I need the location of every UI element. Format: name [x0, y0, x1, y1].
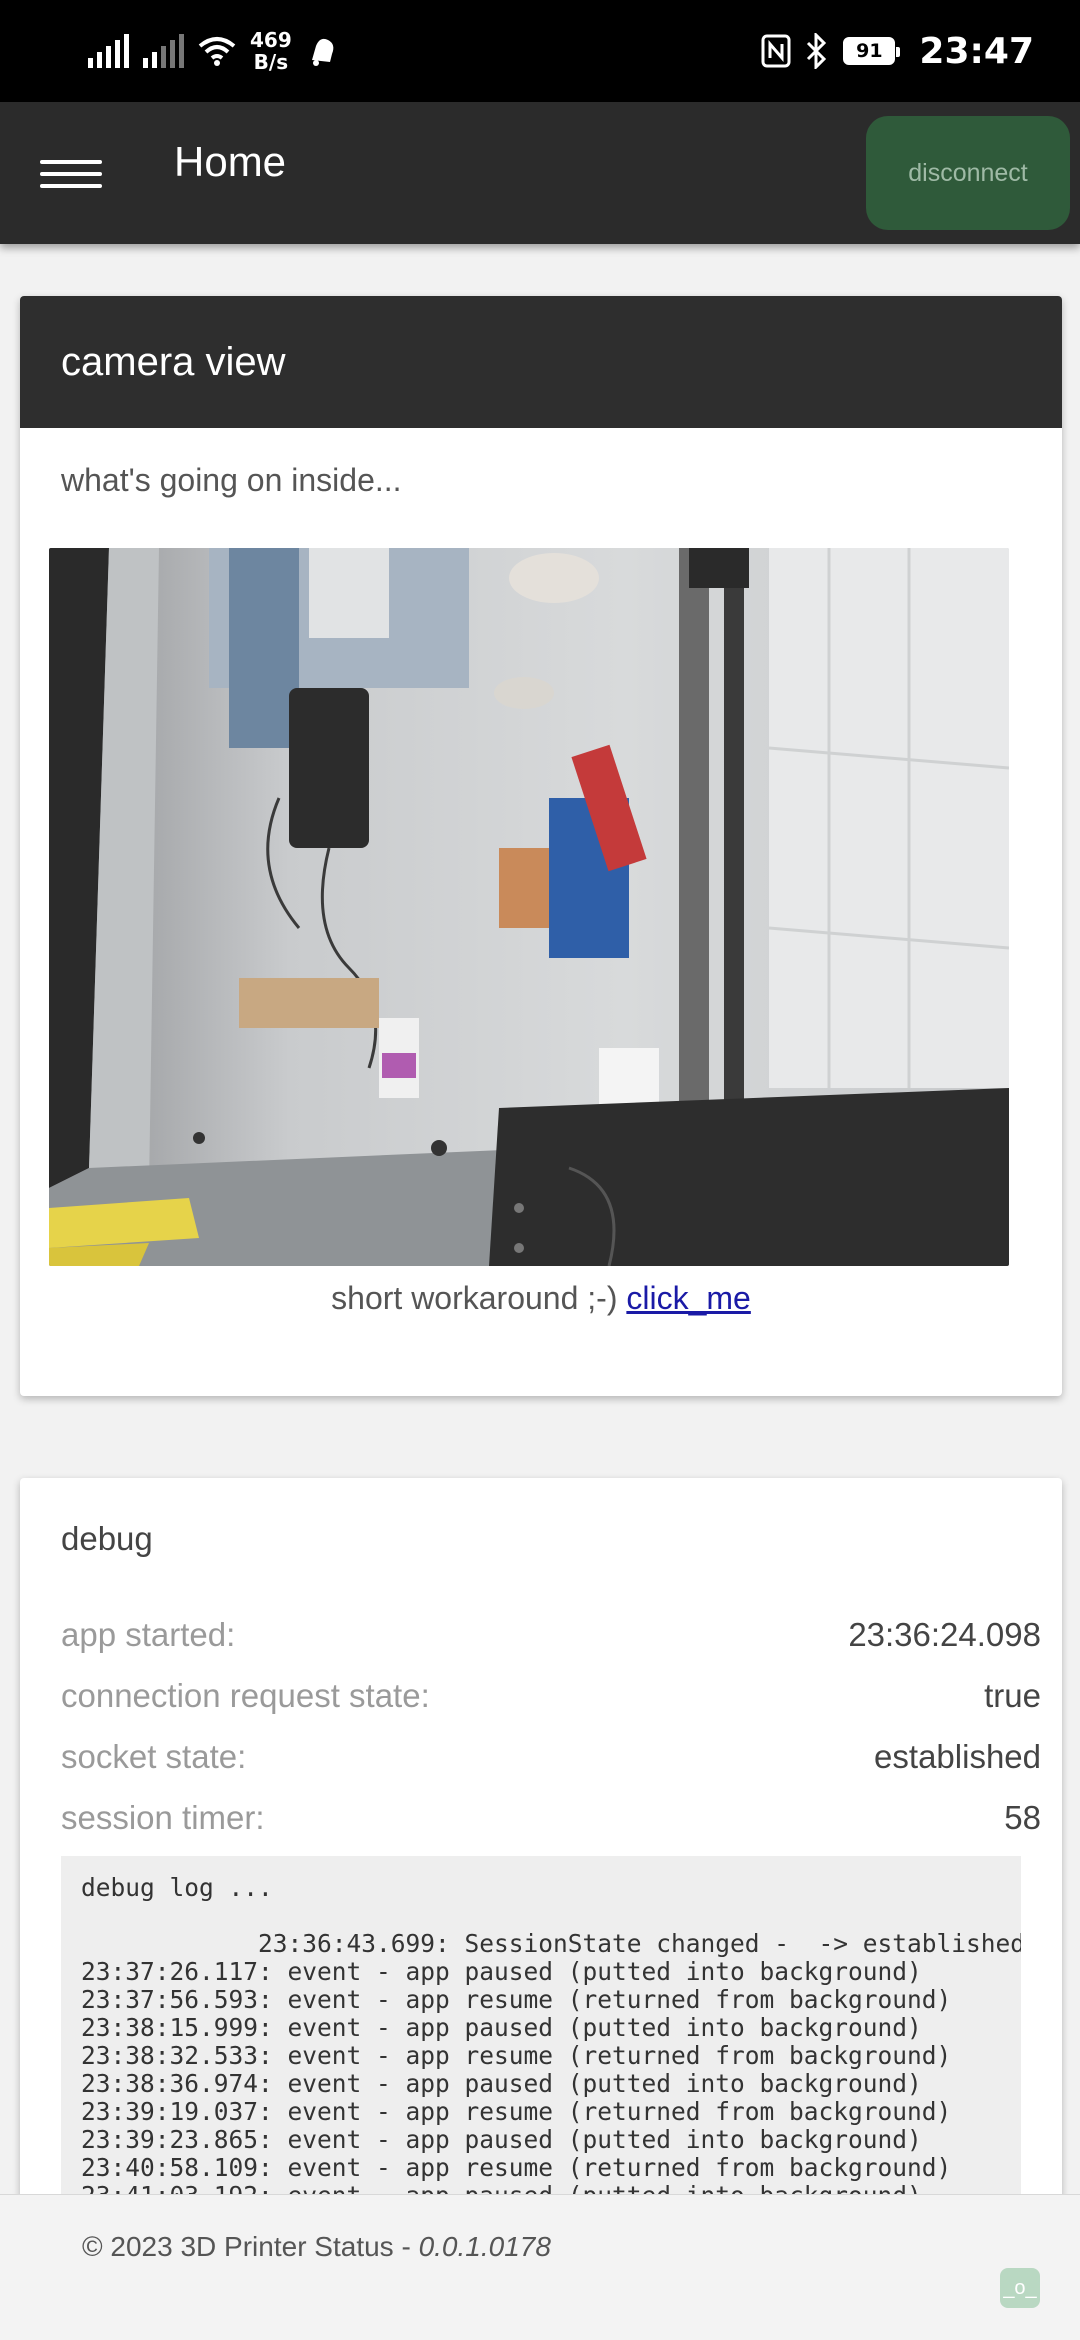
camera-card-title: camera view [61, 339, 286, 384]
hamburger-menu-icon[interactable] [40, 154, 102, 194]
camera-card-header: camera view [20, 296, 1062, 428]
corner-button[interactable]: _o_ [1000, 2268, 1040, 2308]
footer-version: 0.0.1.0178 [418, 2231, 551, 2262]
cell-signal-1-icon [88, 34, 129, 68]
debug-row-label: socket state: [61, 1738, 247, 1775]
page-title: Home [174, 138, 287, 185]
net-speed: 469 B/s [250, 29, 292, 73]
camera-card: camera view what's going on inside... sh… [20, 296, 1062, 1396]
debug-row-value: 23:36:24.098 [848, 1616, 1041, 1653]
footer: © 2023 3D Printer Status - 0.0.1.0178 [0, 2194, 1080, 2340]
click-me-link[interactable]: click_me [626, 1280, 750, 1316]
debug-row-app-started: app started: 23:36:24.098 [61, 1616, 1041, 1654]
status-time: 23:47 [919, 30, 1034, 72]
debug-row-value: 58 [1004, 1799, 1041, 1836]
debug-card-title: debug [61, 1520, 153, 1557]
debug-row-value: true [984, 1677, 1041, 1714]
debug-row-label: app started: [61, 1616, 236, 1653]
status-right: 91 23:47 [761, 0, 1034, 102]
status-left: 469 B/s [88, 0, 340, 102]
debug-row-label: connection request state: [61, 1677, 430, 1714]
battery-icon: 91 [843, 37, 901, 65]
debug-row-label: session timer: [61, 1799, 265, 1836]
footer-copyright: © 2023 3D Printer Status - [82, 2231, 419, 2262]
camera-card-subtitle: what's going on inside... [61, 462, 402, 498]
status-bar: 469 B/s 91 23:47 [0, 0, 1080, 102]
workaround-line: short workaround ;-) click_me [20, 1280, 1062, 1317]
debug-row-connection-request: connection request state: true [61, 1677, 1041, 1715]
notification-bell-icon [311, 38, 334, 66]
debug-row-value: established [874, 1738, 1041, 1775]
cell-signal-2-icon [143, 34, 184, 68]
net-speed-unit: B/s [253, 50, 289, 74]
footer-text: © 2023 3D Printer Status - 0.0.1.0178 [82, 2231, 551, 2263]
net-speed-value: 469 [250, 28, 292, 52]
workaround-text: short workaround ;-) [331, 1280, 627, 1316]
bluetooth-icon [807, 33, 827, 69]
debug-row-socket-state: socket state: established [61, 1738, 1041, 1776]
camera-image [49, 548, 1009, 1266]
debug-row-session-timer: session timer: 58 [61, 1799, 1041, 1837]
nfc-icon [761, 34, 791, 68]
disconnect-button[interactable]: disconnect [866, 116, 1070, 230]
wifi-icon [198, 37, 236, 66]
